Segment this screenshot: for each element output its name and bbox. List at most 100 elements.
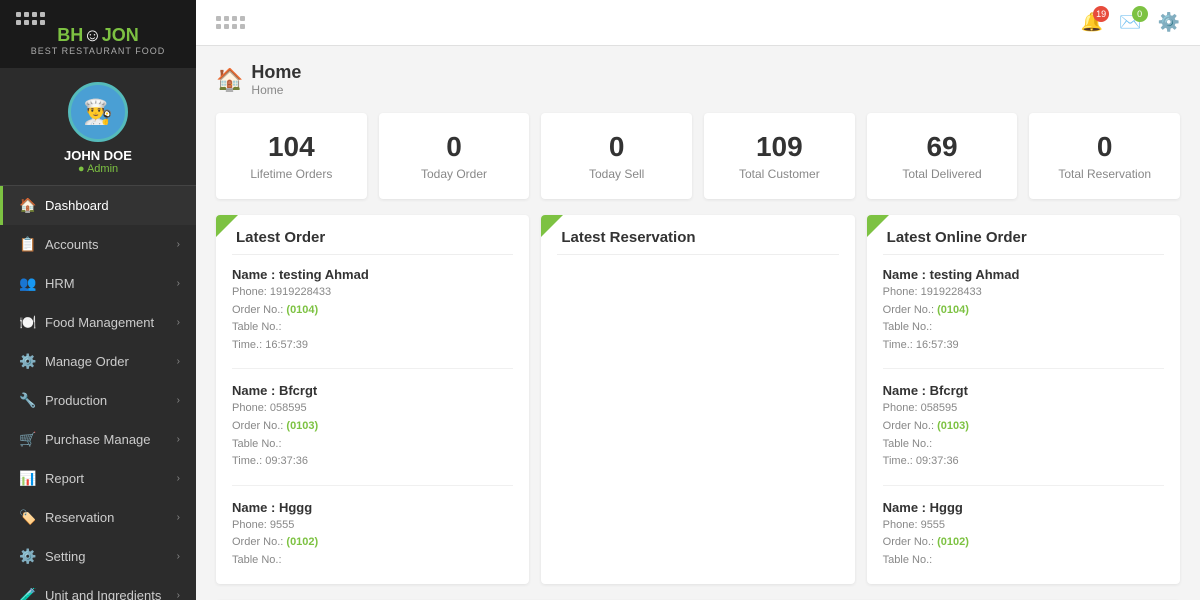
sidebar-item-label: Dashboard — [45, 198, 109, 213]
stat-card-total-customer: 109 Total Customer — [704, 113, 855, 199]
order-table: Table No.: — [232, 436, 513, 454]
sidebar-role: ● Admin — [10, 163, 186, 175]
main-content: 🔔 19 ✉️ 0 ⚙️ 🏠 Home Home 104 Lifetime Or… — [196, 0, 1200, 600]
sidebar-item-label: Accounts — [45, 237, 98, 252]
order-name: Name : Bfcrgt — [883, 383, 1164, 398]
order-phone: Phone: 1919228433 — [883, 284, 1164, 302]
sidebar-item-report[interactable]: 📊 Report › — [0, 459, 196, 498]
sidebar-item-food-management[interactable]: 🍽️ Food Management › — [0, 303, 196, 342]
stat-card-total-delivered: 69 Total Delivered — [867, 113, 1018, 199]
order-name: Name : testing Ahmad — [883, 267, 1164, 282]
breadcrumb: 🏠 Home Home — [216, 62, 1180, 97]
order-number: Order No.: (0104) — [232, 302, 513, 320]
latest-order-panel: Latest Order Name : testing Ahmad Phone:… — [216, 215, 529, 584]
breadcrumb-sub: Home — [251, 83, 301, 97]
stat-card-total-reservation: 0 Total Reservation — [1029, 113, 1180, 199]
today-order-number: 0 — [393, 131, 516, 163]
chevron-right-icon: › — [177, 551, 180, 562]
chevron-right-icon: › — [177, 512, 180, 523]
setting-icon: ⚙️ — [19, 548, 35, 565]
message-icon[interactable]: ✉️ 0 — [1119, 12, 1141, 33]
report-icon: 📊 — [19, 470, 35, 487]
total-delivered-number: 69 — [881, 131, 1004, 163]
sidebar-item-unit-ingredients[interactable]: 🧪 Unit and Ingredients › — [0, 576, 196, 600]
order-time: Time.: 09:37:36 — [883, 453, 1164, 471]
order-entry: Name : testing Ahmad Phone: 1919228433 O… — [232, 267, 513, 369]
latest-online-order-title: Latest Online Order — [883, 229, 1164, 255]
chevron-right-icon: › — [177, 278, 180, 289]
order-entry: Name : Bfcrgt Phone: 058595 Order No.: (… — [232, 383, 513, 485]
hrm-icon: 👥 — [19, 275, 35, 292]
order-name: Name : Bfcrgt — [232, 383, 513, 398]
purchase-icon: 🛒 — [19, 431, 35, 448]
order-table: Table No.: — [883, 552, 1164, 570]
order-name: Name : testing Ahmad — [232, 267, 513, 282]
avatar-icon: 👨‍🍳 — [83, 98, 113, 127]
order-phone: Phone: 1919228433 — [232, 284, 513, 302]
topbar: 🔔 19 ✉️ 0 ⚙️ — [196, 0, 1200, 46]
unit-icon: 🧪 — [19, 587, 35, 600]
order-phone: Phone: 9555 — [883, 517, 1164, 535]
order-entry: Name : Bfcrgt Phone: 058595 Order No.: (… — [883, 383, 1164, 485]
avatar: 👨‍🍳 — [68, 82, 128, 142]
order-name: Name : Hggg — [883, 500, 1164, 515]
sidebar-item-production[interactable]: 🔧 Production › — [0, 381, 196, 420]
panel-corner — [541, 215, 563, 237]
sidebar-item-label: Food Management — [45, 315, 154, 330]
topbar-left — [216, 16, 1065, 29]
order-table: Table No.: — [232, 552, 513, 570]
order-phone: Phone: 058595 — [883, 400, 1164, 418]
total-delivered-label: Total Delivered — [881, 167, 1004, 181]
logo-text: BH☺JON — [10, 25, 186, 46]
order-number: Order No.: (0102) — [883, 534, 1164, 552]
reservation-icon: 🏷️ — [19, 509, 35, 526]
chevron-right-icon: › — [177, 356, 180, 367]
order-entry: Name : Hggg Phone: 9555 Order No.: (0102… — [883, 500, 1164, 570]
chevron-right-icon: › — [177, 473, 180, 484]
order-time: Time.: 16:57:39 — [883, 337, 1164, 355]
sidebar-item-hrm[interactable]: 👥 HRM › — [0, 264, 196, 303]
sidebar-item-reservation[interactable]: 🏷️ Reservation › — [0, 498, 196, 537]
sidebar-logo: BH☺JON BEST RESTAURANT FOOD — [0, 0, 196, 68]
sidebar-item-purchase-manage[interactable]: 🛒 Purchase Manage › — [0, 420, 196, 459]
sidebar-item-label: Production — [45, 393, 107, 408]
chevron-right-icon: › — [177, 434, 180, 445]
message-count: 0 — [1132, 6, 1148, 22]
stat-card-today-order: 0 Today Order — [379, 113, 530, 199]
settings-icon[interactable]: ⚙️ — [1158, 12, 1180, 33]
sidebar-item-label: Setting — [45, 549, 85, 564]
order-number: Order No.: (0103) — [232, 418, 513, 436]
today-order-label: Today Order — [393, 167, 516, 181]
lifetime-orders-label: Lifetime Orders — [230, 167, 353, 181]
chevron-right-icon: › — [177, 590, 180, 600]
latest-reservation-panel: Latest Reservation — [541, 215, 854, 584]
page-title: Home — [251, 62, 301, 83]
sidebar-item-label: Report — [45, 471, 84, 486]
sidebar-item-dashboard[interactable]: 🏠 Dashboard — [0, 186, 196, 225]
accounts-icon: 📋 — [19, 236, 35, 253]
sidebar-nav: 🏠 Dashboard 📋 Accounts › 👥 HRM › 🍽️ Food… — [0, 186, 196, 600]
order-number: Order No.: (0104) — [883, 302, 1164, 320]
sidebar-item-label: Unit and Ingredients — [45, 588, 161, 600]
sidebar-item-label: Reservation — [45, 510, 114, 525]
manage-order-icon: ⚙️ — [19, 353, 35, 370]
panel-corner — [867, 215, 889, 237]
order-entry: Name : testing Ahmad Phone: 1919228433 O… — [883, 267, 1164, 369]
latest-order-title: Latest Order — [232, 229, 513, 255]
home-icon: 🏠 — [19, 197, 35, 214]
stats-row: 104 Lifetime Orders 0 Today Order 0 Toda… — [216, 113, 1180, 199]
sidebar-item-setting[interactable]: ⚙️ Setting › — [0, 537, 196, 576]
today-sell-number: 0 — [555, 131, 678, 163]
sidebar-username: JOHN DOE — [10, 148, 186, 163]
sidebar-item-label: Manage Order — [45, 354, 129, 369]
latest-online-order-panel: Latest Online Order Name : testing Ahmad… — [867, 215, 1180, 584]
sidebar-item-accounts[interactable]: 📋 Accounts › — [0, 225, 196, 264]
order-number: Order No.: (0103) — [883, 418, 1164, 436]
chevron-right-icon: › — [177, 317, 180, 328]
lifetime-orders-number: 104 — [230, 131, 353, 163]
notification-bell[interactable]: 🔔 19 — [1081, 12, 1103, 33]
order-phone: Phone: 058595 — [232, 400, 513, 418]
sidebar-item-manage-order[interactable]: ⚙️ Manage Order › — [0, 342, 196, 381]
total-customer-number: 109 — [718, 131, 841, 163]
order-name: Name : Hggg — [232, 500, 513, 515]
